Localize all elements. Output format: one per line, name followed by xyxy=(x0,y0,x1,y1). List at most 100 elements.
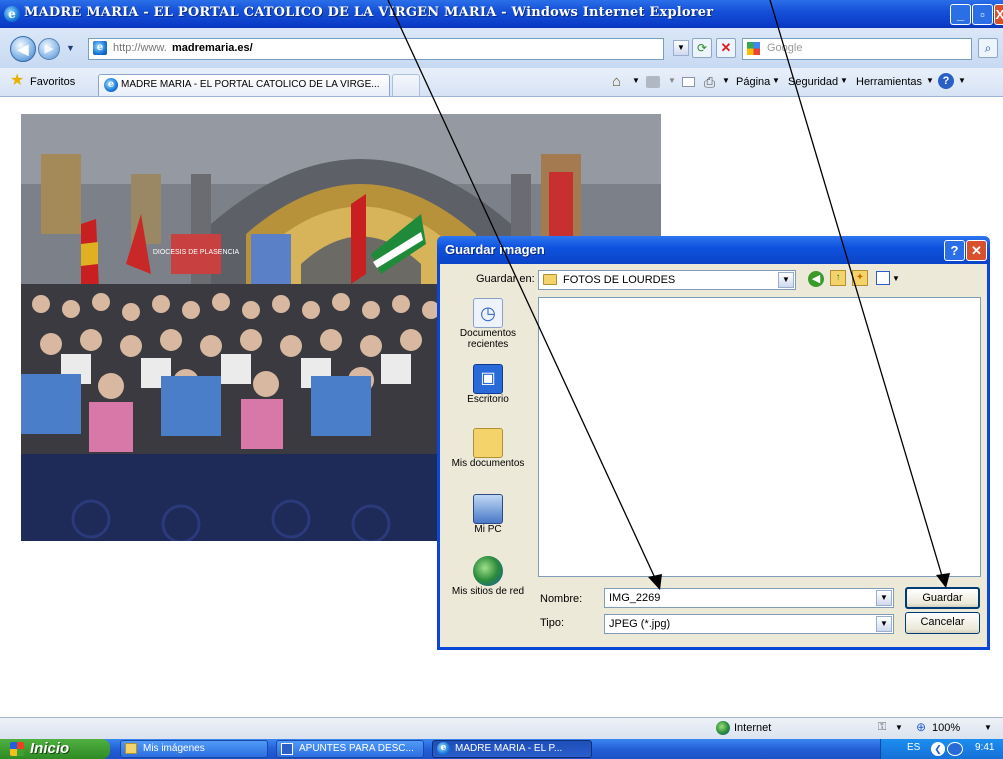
favorites-button[interactable]: Favoritos xyxy=(30,76,75,88)
protected-mode-icon[interactable]: ⚿ xyxy=(878,721,886,734)
dialog-close-button[interactable]: ✕ xyxy=(966,240,987,261)
google-icon xyxy=(747,42,760,55)
back-button[interactable]: ◀ xyxy=(10,36,36,62)
ie-logo-icon: e xyxy=(4,6,20,22)
photo-banner-text: DIOCESIS DE PLASENCIA xyxy=(153,249,240,256)
zoom-dropdown-icon[interactable]: ▼ xyxy=(984,723,992,732)
home-dropdown-icon[interactable]: ▼ xyxy=(632,76,640,85)
file-name-value: IMG_2269 xyxy=(609,592,661,604)
view-menu-icon[interactable] xyxy=(876,271,890,285)
zoom-icon[interactable]: ⊕ xyxy=(916,720,926,734)
tools-menu-dropdown-icon: ▼ xyxy=(926,76,934,85)
tray-arrow-icon[interactable]: ❮ xyxy=(931,742,945,756)
favorites-toolbar: ★ Favoritos e MADRE MARIA - EL PORTAL CA… xyxy=(0,68,1003,97)
home-icon[interactable]: ⌂ xyxy=(612,73,621,90)
view-dropdown-icon[interactable]: ▼ xyxy=(892,274,900,283)
print-dropdown-icon[interactable]: ▼ xyxy=(722,76,730,85)
places-bar: ◷ Documentos recientes ▣ Escritorio Mis … xyxy=(443,294,533,604)
save-in-select[interactable]: FOTOS DE LOURDES ▼ xyxy=(538,270,796,290)
clock: 9:41 xyxy=(975,742,995,753)
browser-tab[interactable]: e MADRE MARIA - EL PORTAL CATOLICO DE LA… xyxy=(98,74,390,96)
up-folder-icon[interactable]: ↑ xyxy=(830,270,846,286)
places-my-computer-label: Mi PC xyxy=(474,524,502,535)
desktop-icon: ▣ xyxy=(473,364,503,394)
new-folder-icon[interactable]: ✦ xyxy=(852,270,868,286)
start-button[interactable]: Inicio xyxy=(0,739,110,759)
folder-icon xyxy=(125,743,137,754)
page-menu[interactable]: Página xyxy=(736,76,770,88)
my-documents-icon xyxy=(473,428,503,458)
help-dropdown-icon[interactable]: ▼ xyxy=(958,76,966,85)
places-my-documents[interactable]: Mis documentos xyxy=(443,428,533,469)
word-icon xyxy=(281,743,293,755)
places-recent-label: Documentos recientes xyxy=(459,328,517,350)
security-menu-dropdown-icon: ▼ xyxy=(840,76,848,85)
file-name-input[interactable]: IMG_2269 ▼ xyxy=(604,588,894,608)
address-field[interactable]: e http://www. madremaria.es/ xyxy=(88,38,664,60)
places-recent[interactable]: ◷ Documentos recientes xyxy=(443,298,533,350)
search-icon[interactable]: ⌕ xyxy=(978,38,998,58)
language-indicator[interactable]: ES xyxy=(907,742,920,753)
maximize-button[interactable]: ▫ xyxy=(972,4,993,25)
search-input[interactable]: Google xyxy=(742,38,972,60)
places-desktop[interactable]: ▣ Escritorio xyxy=(443,364,533,405)
taskbar-item-mis-imagenes[interactable]: Mis imágenes xyxy=(120,740,268,758)
dialog-title: Guardar imagen xyxy=(445,242,545,257)
cancel-button[interactable]: Cancelar xyxy=(905,612,980,634)
file-type-select[interactable]: JPEG (*.jpg) ▼ xyxy=(604,614,894,634)
status-bar: Internet ⚿ ▼ ⊕ 100% ▼ xyxy=(0,717,1003,740)
places-my-computer[interactable]: Mi PC xyxy=(443,494,533,535)
recent-pages-dropdown[interactable]: ▼ xyxy=(66,43,75,53)
places-my-documents-label: Mis documentos xyxy=(451,458,525,469)
save-button[interactable]: Guardar xyxy=(905,587,980,609)
file-list[interactable] xyxy=(538,297,981,577)
go-back-icon[interactable]: ◀ xyxy=(808,271,824,287)
places-network[interactable]: Mis sitios de red xyxy=(443,556,533,597)
close-button[interactable]: X xyxy=(994,4,1003,25)
places-network-label: Mis sitios de red xyxy=(451,586,525,597)
forward-button[interactable]: ▶ xyxy=(38,38,60,60)
window-title-bar[interactable]: e MADRE MARIA - EL PORTAL CATOLICO DE LA… xyxy=(0,0,1003,28)
file-type-dropdown-icon[interactable]: ▼ xyxy=(876,616,892,632)
taskbar-item-word[interactable]: APUNTES PARA DESC... xyxy=(276,740,424,758)
taskbar: Inicio Mis imágenes APUNTES PARA DESC...… xyxy=(0,739,1003,759)
favorites-star-icon: ★ xyxy=(10,72,25,89)
security-menu[interactable]: Seguridad xyxy=(788,76,838,88)
print-icon[interactable]: ⎙ xyxy=(704,74,715,91)
window-title: MADRE MARIA - EL PORTAL CATOLICO DE LA V… xyxy=(24,5,714,20)
feeds-icon[interactable] xyxy=(646,76,660,88)
system-tray: ES ❮ 9:41 xyxy=(880,739,1003,759)
zoom-level[interactable]: 100% xyxy=(932,722,960,734)
stop-icon[interactable]: ✕ xyxy=(716,38,736,58)
new-tab-button[interactable] xyxy=(392,74,420,96)
refresh-icon[interactable]: ⟳ xyxy=(692,38,712,58)
taskbar-item-label: APUNTES PARA DESC... xyxy=(299,743,414,754)
file-name-dropdown-icon[interactable]: ▼ xyxy=(876,590,892,606)
feeds-dropdown-icon[interactable]: ▼ xyxy=(668,76,676,85)
search-placeholder: Google xyxy=(767,42,803,54)
protected-dropdown-icon[interactable]: ▼ xyxy=(895,723,903,732)
address-dropdown-icon[interactable]: ▼ xyxy=(673,40,689,56)
file-type-value: JPEG (*.jpg) xyxy=(609,618,671,630)
dialog-title-bar[interactable]: Guardar imagen ? ✕ xyxy=(437,236,990,264)
address-toolbar: ◀ ▶ ▼ e http://www. madremaria.es/ ▼ ⟳ ✕… xyxy=(0,28,1003,68)
windows-logo-icon xyxy=(10,742,24,756)
recent-documents-icon: ◷ xyxy=(473,298,503,328)
help-icon[interactable]: ? xyxy=(938,73,954,89)
file-type-label: Tipo: xyxy=(540,617,565,629)
save-in-dropdown-icon[interactable]: ▼ xyxy=(778,272,794,288)
dialog-help-button[interactable]: ? xyxy=(944,240,965,261)
tab-label: MADRE MARIA - EL PORTAL CATOLICO DE LA V… xyxy=(121,79,380,90)
taskbar-item-ie[interactable]: e MADRE MARIA - EL P... xyxy=(432,740,592,758)
places-desktop-label: Escritorio xyxy=(467,394,509,405)
mail-icon[interactable] xyxy=(682,77,695,87)
save-in-value: FOTOS DE LOURDES xyxy=(563,274,676,286)
tools-menu[interactable]: Herramientas xyxy=(856,76,922,88)
network-places-icon xyxy=(473,556,503,586)
ie-taskbar-icon: e xyxy=(437,742,450,755)
my-computer-icon xyxy=(473,494,503,524)
url-domain: madremaria.es/ xyxy=(172,42,253,54)
tray-network-icon[interactable] xyxy=(947,742,963,756)
minimize-button[interactable]: _ xyxy=(950,4,971,25)
page-menu-dropdown-icon: ▼ xyxy=(772,76,780,85)
